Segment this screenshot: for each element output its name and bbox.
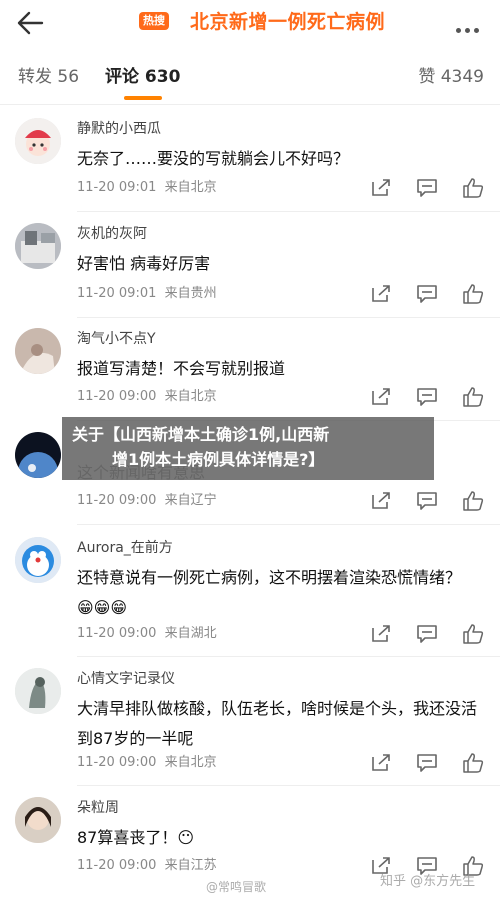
comment-text: 大清早排队做核酸，队伍老长，啥时候是个头，我还没活到87岁的一半呢 (77, 699, 478, 748)
reply-icon[interactable] (416, 624, 438, 644)
active-tab-indicator (124, 96, 162, 100)
share-icon[interactable] (370, 284, 392, 304)
avatar[interactable] (15, 668, 61, 714)
tab-repost[interactable]: 转发 56 (18, 66, 79, 88)
tab-likes[interactable]: 赞 4349 (418, 66, 484, 88)
comment-text: 还特意说有一例死亡病例，这不明摆着渲染恐慌情绪？😁😁😁 (77, 568, 462, 617)
comment-text: 87算喜丧了！😶 (77, 828, 195, 847)
like-icon[interactable] (462, 624, 484, 644)
comment-username[interactable]: 心情文字记录仪 (77, 670, 175, 688)
zhihu-watermark: 知乎 @东方先生 (380, 874, 476, 889)
avatar[interactable] (15, 223, 61, 269)
divider (77, 317, 500, 318)
like-icon[interactable] (462, 753, 484, 773)
page-title: 北京新增一例死亡病例 (190, 11, 386, 33)
top-bar: 热搜 北京新增一例死亡病例 (0, 0, 500, 46)
weibo-watermark: @常鸣冒歌 (206, 880, 267, 894)
share-icon[interactable] (370, 387, 392, 407)
article-title-overlay: 关于【山西新增本土确诊1例,山西新 增1例本土病例具体详情是?】 (62, 417, 434, 480)
like-icon[interactable] (462, 491, 484, 511)
comment-text: 好害怕 病毒好厉害 (77, 254, 211, 273)
comment-time: 11-20 09:00 来自北京 (77, 389, 217, 404)
share-icon[interactable] (370, 178, 392, 198)
like-icon[interactable] (462, 178, 484, 198)
tab-bar: 转发 56 评论 630 赞 4349 (0, 46, 500, 105)
avatar[interactable] (15, 328, 61, 374)
comment-time: 11-20 09:01 来自北京 (77, 180, 217, 195)
avatar[interactable] (15, 797, 61, 843)
reply-icon[interactable] (416, 178, 438, 198)
comment-username[interactable]: 朵粒周 (77, 799, 119, 817)
comment-time: 11-20 09:00 来自辽宁 (77, 493, 217, 508)
comment-time: 11-20 09:00 来自北京 (77, 755, 217, 770)
comment-text: 无奈了……要没的写就躺会儿不好吗？ (77, 149, 350, 168)
hot-search-badge: 热搜 (139, 12, 169, 30)
reply-icon[interactable] (416, 491, 438, 511)
comment-username[interactable]: Aurora_在前方 (77, 539, 173, 557)
reply-icon[interactable] (416, 387, 438, 407)
comment-time: 11-20 09:00 来自湖北 (77, 626, 217, 641)
tab-comments[interactable]: 评论 630 (105, 66, 180, 88)
comment-username[interactable]: 灰机的灰阿 (77, 225, 147, 243)
comment-text: 报道写清楚！不会写就别报道 (77, 359, 286, 378)
back-arrow-icon[interactable] (16, 10, 44, 36)
avatar[interactable] (15, 118, 61, 164)
divider (77, 785, 500, 786)
avatar[interactable] (15, 432, 61, 478)
divider (77, 211, 500, 212)
comment-username[interactable]: 静默的小西瓜 (77, 120, 161, 138)
comment-time: 11-20 09:00 来自江苏 (77, 858, 217, 873)
divider (77, 524, 500, 525)
share-icon[interactable] (370, 753, 392, 773)
overlay-line-1: 关于【山西新增本土确诊1例,山西新 (72, 425, 330, 444)
comment-time: 11-20 09:01 来自贵州 (77, 286, 217, 301)
divider (77, 656, 500, 657)
share-icon[interactable] (370, 624, 392, 644)
reply-icon[interactable] (416, 284, 438, 304)
share-icon[interactable] (370, 491, 392, 511)
like-icon[interactable] (462, 387, 484, 407)
like-icon[interactable] (462, 284, 484, 304)
overlay-line-2: 增1例本土病例具体详情是?】 (112, 450, 325, 469)
comment-username[interactable]: 淘气小不点Y (77, 330, 156, 348)
avatar[interactable] (15, 537, 61, 583)
reply-icon[interactable] (416, 753, 438, 773)
more-options-icon[interactable] (456, 18, 484, 33)
